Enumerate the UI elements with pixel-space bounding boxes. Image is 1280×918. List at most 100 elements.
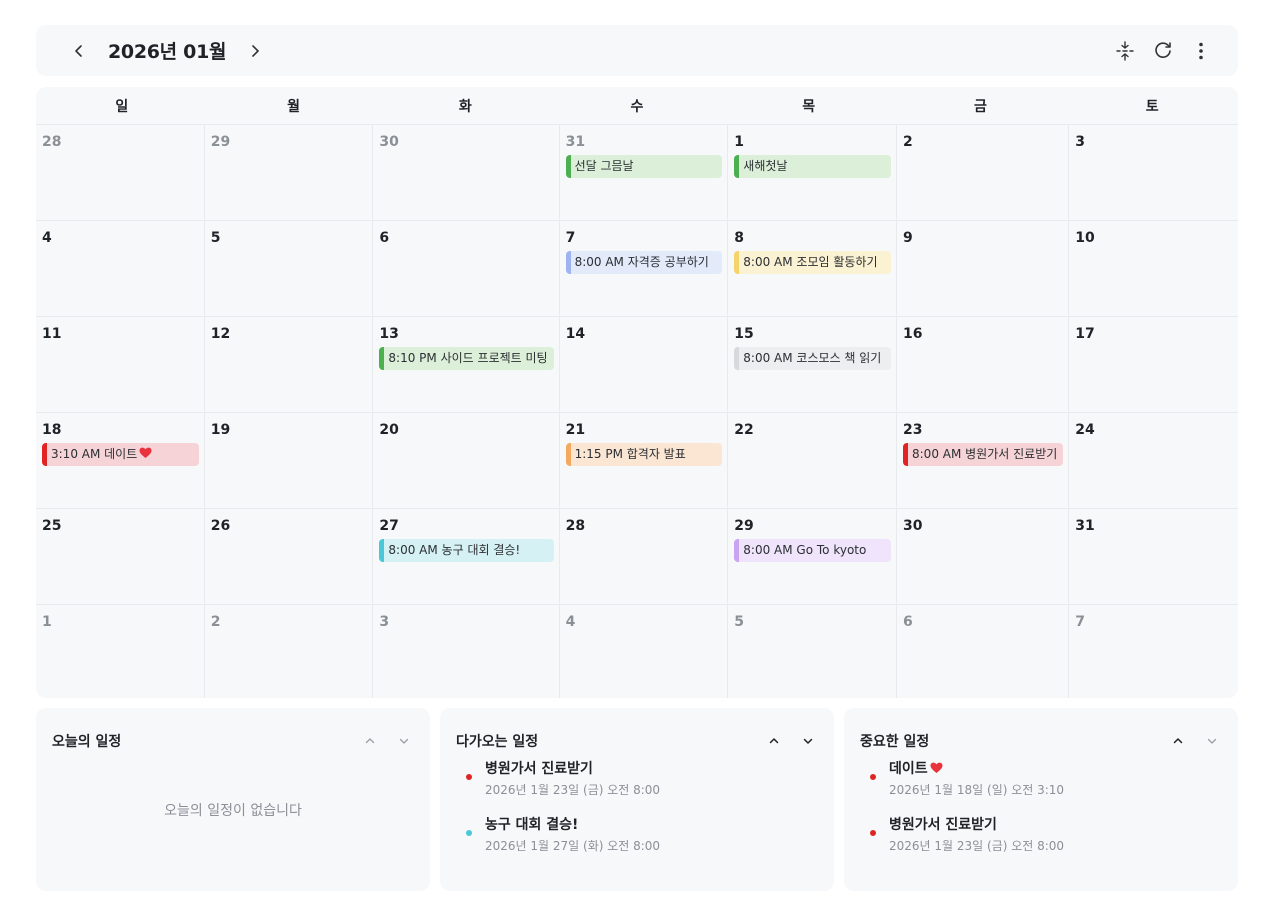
schedule-item[interactable]: 병원가서 진료받기 2026년 1월 23일 (금) 오전 8:00: [456, 760, 818, 816]
day-number: 5: [210, 230, 221, 246]
day-number: 20: [379, 422, 399, 438]
day-cell[interactable]: 19: [204, 413, 374, 509]
day-cell[interactable]: 7: [1069, 605, 1238, 698]
day-cell[interactable]: 5: [728, 605, 897, 698]
day-number: 31: [1075, 518, 1095, 534]
day-number: 19: [210, 422, 231, 438]
day-cell[interactable]: 21 1:15 PM 합격자 발표: [559, 413, 729, 509]
day-cell[interactable]: 14: [559, 317, 729, 413]
day-cell[interactable]: 4: [36, 221, 205, 317]
day-number: 1: [734, 134, 745, 150]
day-cell[interactable]: 16: [897, 317, 1070, 413]
day-cell[interactable]: 3: [373, 605, 560, 698]
day-cell[interactable]: 10: [1069, 221, 1238, 317]
event-label: 8:00 AM 조모임 활동하기: [743, 255, 878, 269]
chevron-down-icon: [803, 738, 813, 744]
calendar-event[interactable]: 8:00 AM 코스모스 책 읽기: [734, 347, 891, 370]
day-cell[interactable]: 1 새해첫날: [728, 125, 897, 221]
day-cell[interactable]: 15 8:00 AM 코스모스 책 읽기: [728, 317, 897, 413]
day-cell[interactable]: 17: [1069, 317, 1238, 413]
day-cell[interactable]: 31 선달 그믐날: [559, 125, 729, 221]
day-cell[interactable]: 1: [36, 605, 205, 698]
day-number: 30: [903, 518, 923, 534]
scroll-down-button[interactable]: [798, 731, 818, 751]
day-cell[interactable]: 2: [205, 605, 374, 698]
day-cell[interactable]: 31: [1069, 509, 1238, 605]
scroll-up-button[interactable]: [1168, 731, 1188, 751]
day-cell[interactable]: 6: [897, 605, 1070, 698]
day-cell[interactable]: 29: [204, 125, 374, 221]
calendar-event[interactable]: 8:00 AM 농구 대회 결승!: [379, 539, 554, 562]
next-month-button[interactable]: [240, 36, 270, 66]
chevron-down-icon: [1207, 738, 1217, 744]
scroll-up-button[interactable]: [360, 731, 380, 751]
day-cell[interactable]: 20: [373, 413, 560, 509]
schedule-item-title-text: 병원가서 진료받기: [889, 817, 997, 833]
scroll-down-button[interactable]: [1202, 731, 1222, 751]
refresh-icon: [1155, 41, 1171, 58]
collapse-button[interactable]: [1108, 34, 1142, 68]
day-cell[interactable]: 28: [559, 509, 729, 605]
day-cell[interactable]: 5: [204, 221, 374, 317]
day-cell[interactable]: 4: [560, 605, 729, 698]
day-number: 8: [734, 230, 745, 246]
schedule-item-date: 2026년 1월 18일 (일) 오전 3:10: [889, 783, 1065, 797]
schedule-item[interactable]: 농구 대회 결승! 2026년 1월 27일 (화) 오전 8:00: [456, 816, 818, 872]
calendar-event[interactable]: 8:00 AM 자격증 공부하기: [565, 251, 723, 274]
day-number: 1: [42, 614, 52, 630]
calendar-header: 2026년 01월: [36, 25, 1238, 76]
calendar-event[interactable]: 8:00 AM Go To kyoto: [734, 539, 891, 562]
event-label: 8:00 AM 농구 대회 결승!: [388, 543, 521, 557]
day-cell[interactable]: 11: [36, 317, 205, 413]
collapse-icon: [1116, 40, 1134, 61]
day-cell[interactable]: 18 3:10 AM 데이트: [36, 413, 205, 509]
schedule-item[interactable]: 데이트 2026년 1월 18일 (일) 오전 3:10: [860, 760, 1222, 816]
day-cell[interactable]: 26: [204, 509, 374, 605]
day-cell[interactable]: 13 8:10 PM 사이드 프로젝트 미팅: [373, 317, 560, 413]
calendar-event[interactable]: 8:00 AM 조모임 활동하기: [734, 251, 891, 274]
day-number: 30: [379, 134, 399, 150]
day-cell[interactable]: 29 8:00 AM Go To kyoto: [728, 509, 897, 605]
schedule-item-title: 병원가서 진료받기: [485, 760, 660, 778]
scroll-down-button[interactable]: [394, 731, 414, 751]
refresh-button[interactable]: [1146, 34, 1180, 68]
more-vertical-icon: [1199, 42, 1203, 59]
day-number: 9: [903, 230, 913, 246]
day-number: 26: [210, 518, 231, 534]
day-cell[interactable]: 30: [897, 509, 1070, 605]
day-cell[interactable]: 6: [373, 221, 560, 317]
day-cell[interactable]: 9: [897, 221, 1070, 317]
weekday-label: 목: [802, 98, 816, 115]
day-cell[interactable]: 12: [204, 317, 374, 413]
scroll-up-button[interactable]: [764, 731, 784, 751]
day-number: 2: [903, 134, 913, 150]
chevron-down-icon: [399, 738, 409, 744]
day-cell[interactable]: 24: [1069, 413, 1238, 509]
day-number: 3: [379, 614, 390, 630]
day-cell[interactable]: 25: [36, 509, 205, 605]
schedule-item[interactable]: 병원가서 진료받기 2026년 1월 23일 (금) 오전 8:00: [860, 816, 1222, 872]
day-cell[interactable]: 8 8:00 AM 조모임 활동하기: [728, 221, 897, 317]
calendar-event[interactable]: 8:10 PM 사이드 프로젝트 미팅: [379, 347, 554, 370]
day-cell[interactable]: 23 8:00 AM 병원가서 진료받기: [897, 413, 1070, 509]
day-number: 13: [379, 326, 399, 342]
day-number: 5: [734, 614, 745, 630]
day-cell[interactable]: 7 8:00 AM 자격증 공부하기: [559, 221, 729, 317]
day-number: 28: [42, 134, 62, 150]
day-cell[interactable]: 28: [36, 125, 205, 221]
calendar-event[interactable]: 선달 그믐날: [565, 155, 723, 178]
more-options-button[interactable]: [1184, 34, 1218, 68]
calendar-event[interactable]: 8:00 AM 병원가서 진료받기: [903, 443, 1064, 466]
panel-title: 다가오는 일정: [456, 734, 539, 750]
day-cell[interactable]: 2: [897, 125, 1070, 221]
day-cell[interactable]: 30: [373, 125, 560, 221]
day-cell[interactable]: 22: [728, 413, 897, 509]
calendar-event[interactable]: 1:15 PM 합격자 발표: [565, 443, 723, 466]
day-number: 3: [1075, 134, 1086, 150]
calendar-event[interactable]: 새해첫날: [734, 155, 891, 178]
day-cell[interactable]: 27 8:00 AM 농구 대회 결승!: [373, 509, 560, 605]
calendar-event[interactable]: 3:10 AM 데이트: [42, 443, 199, 466]
prev-month-button[interactable]: [64, 36, 94, 66]
day-cell[interactable]: 3: [1069, 125, 1238, 221]
weekday-label: 토: [1145, 98, 1159, 115]
